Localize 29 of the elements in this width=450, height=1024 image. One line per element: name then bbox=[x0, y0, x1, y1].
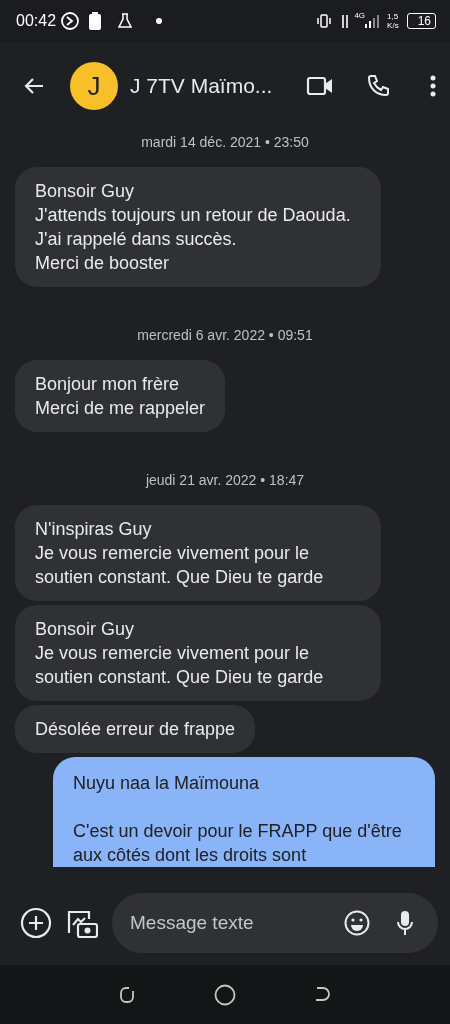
dot-icon bbox=[156, 18, 163, 24]
phone-icon[interactable] bbox=[366, 74, 390, 98]
received-message: Bonsoir Guy Je vous remercie vivement pour le soutien constant. Que Dieu te garde bbox=[15, 605, 381, 701]
more-options-icon[interactable] bbox=[430, 75, 436, 97]
emoji-icon[interactable] bbox=[344, 909, 370, 936]
date-separator: mercredi 6 avr. 2022 • 09:51 bbox=[137, 326, 313, 345]
signal-icon bbox=[365, 14, 380, 28]
network-type: 4G bbox=[354, 10, 366, 22]
contact-avatar: J bbox=[70, 62, 118, 110]
received-message: Bonsoir Guy J'attends toujours un retour de Daouda. J'ai rappelé dans succès. Merci de booster bbox=[15, 167, 381, 287]
home-icon[interactable] bbox=[214, 983, 236, 1006]
clock-time: 00:42 bbox=[16, 11, 57, 31]
flask-icon bbox=[118, 13, 133, 29]
speed-value: 1,5 bbox=[387, 12, 399, 21]
microphone-icon[interactable] bbox=[396, 909, 414, 936]
received-message: N'inspiras Guy Je vous remercie vivement pour le soutien constant. Que Dieu te garde bbox=[15, 505, 381, 601]
received-message: Bonjour mon frère Merci de me rappeler bbox=[15, 360, 226, 432]
vibrate-icon bbox=[316, 14, 333, 28]
message-field[interactable]: Message texte bbox=[112, 892, 438, 953]
speed-unit: K/s bbox=[387, 21, 399, 30]
sent-message: Nuyu naa la Maïmouna C'est un devoir pour le FRAPP que d'être aux côtés dont les droits sont bbox=[53, 757, 435, 867]
video-call-icon[interactable] bbox=[306, 75, 334, 97]
battery-level: 16 bbox=[406, 13, 436, 29]
add-icon[interactable] bbox=[20, 906, 52, 939]
contact-name[interactable]: J 7TV Maïmo... bbox=[130, 70, 273, 102]
date-separator: mardi 14 déc. 2021 • 23:50 bbox=[141, 133, 309, 152]
timer-icon bbox=[60, 11, 81, 31]
date-separator: jeudi 21 avr. 2022 • 18:47 bbox=[145, 471, 305, 490]
received-message: Désolée erreur de frappe bbox=[15, 705, 256, 753]
